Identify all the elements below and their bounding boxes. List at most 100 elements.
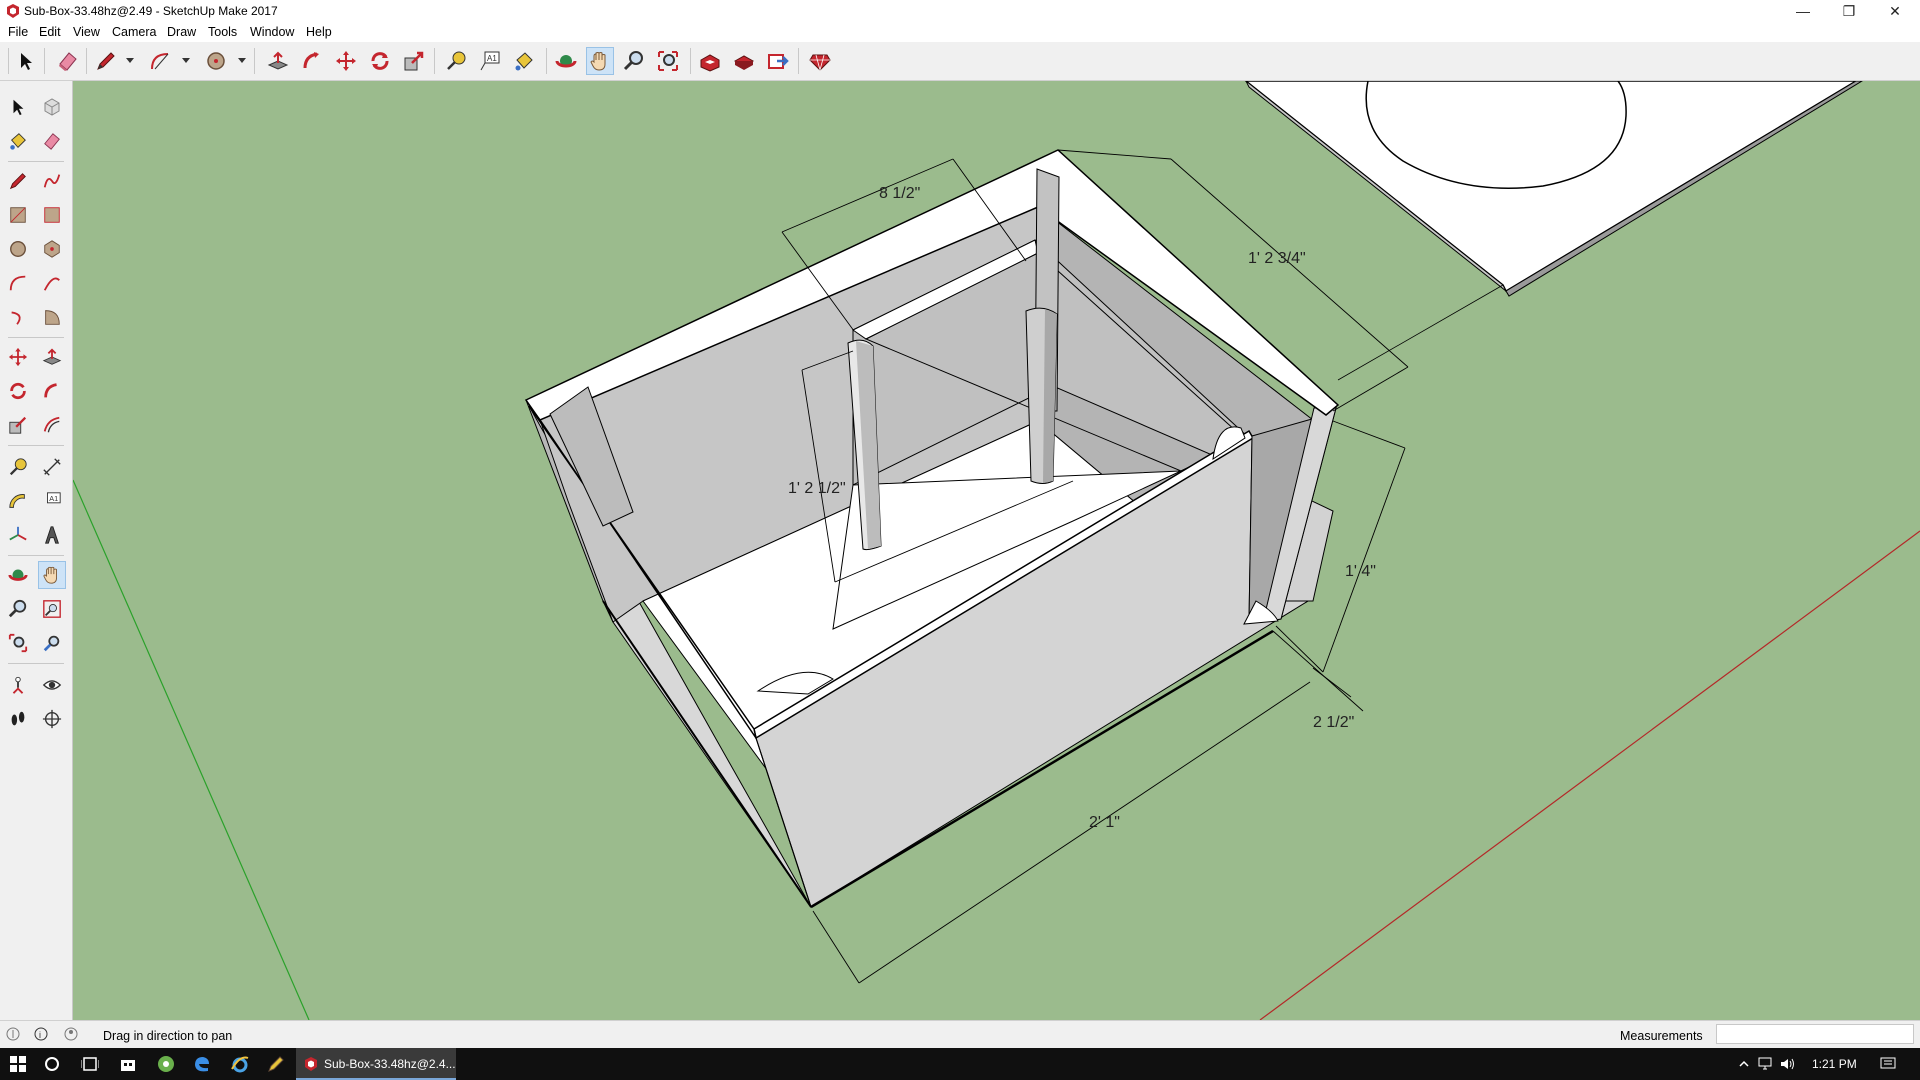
left-eraser-button[interactable] bbox=[38, 127, 66, 155]
left-zoom-extents-button[interactable] bbox=[4, 629, 32, 657]
dim-label-depth[interactable]: 1' 2 3/4" bbox=[1248, 250, 1306, 267]
share-model-button[interactable] bbox=[764, 47, 792, 75]
left-three-point-arc-button[interactable] bbox=[4, 303, 32, 331]
dim-label-height[interactable]: 1' 4" bbox=[1345, 563, 1376, 580]
green-app-icon bbox=[158, 1056, 174, 1072]
tool-separator bbox=[8, 445, 64, 446]
left-section-plane-button[interactable] bbox=[38, 705, 66, 733]
eraser-tool-button[interactable] bbox=[54, 47, 82, 75]
left-orbit-button[interactable] bbox=[4, 561, 32, 589]
follow-me-tool-button[interactable] bbox=[298, 47, 326, 75]
left-circle-button[interactable] bbox=[4, 235, 32, 263]
menu-window[interactable]: Window bbox=[250, 25, 294, 39]
sketchup-pinned-button[interactable] bbox=[264, 1052, 288, 1076]
search-button[interactable] bbox=[40, 1052, 64, 1076]
ruby-console-button[interactable] bbox=[806, 47, 834, 75]
pan-tool-button[interactable] bbox=[586, 47, 614, 75]
arc-dropdown[interactable] bbox=[182, 58, 190, 63]
app-green-button[interactable] bbox=[154, 1052, 178, 1076]
left-walk-button[interactable] bbox=[4, 705, 32, 733]
axes-icon bbox=[9, 526, 27, 541]
dim-label-length[interactable]: 2' 1" bbox=[1089, 814, 1120, 831]
extension-warehouse-button[interactable] bbox=[730, 47, 758, 75]
select-tool-button[interactable] bbox=[12, 47, 40, 75]
left-rotate-button[interactable] bbox=[4, 377, 32, 405]
left-axes-button[interactable] bbox=[4, 521, 32, 549]
restore-button[interactable]: ❐ bbox=[1826, 0, 1872, 22]
circle-tool-button[interactable] bbox=[202, 47, 230, 75]
paint-bucket-tool-button[interactable] bbox=[510, 47, 538, 75]
left-look-around-button[interactable] bbox=[38, 671, 66, 699]
left-follow-me-button[interactable] bbox=[38, 377, 66, 405]
left-text-button[interactable]: A1 bbox=[38, 487, 66, 515]
zoom-tool-button[interactable] bbox=[620, 47, 648, 75]
taskbar-sketchup-window[interactable]: Sub-Box-33.48hz@2.4... bbox=[296, 1048, 456, 1080]
warehouse-button[interactable] bbox=[696, 47, 724, 75]
credits-icon[interactable]: i bbox=[34, 1027, 48, 1041]
text-tool-button[interactable]: A1 bbox=[476, 47, 504, 75]
left-rotated-rectangle-button[interactable] bbox=[38, 201, 66, 229]
left-protractor-button[interactable] bbox=[4, 487, 32, 515]
menu-edit[interactable]: Edit bbox=[39, 25, 61, 39]
left-zoom-button[interactable] bbox=[4, 595, 32, 623]
push-pull-tool-button[interactable] bbox=[264, 47, 292, 75]
left-push-pull-button[interactable] bbox=[38, 343, 66, 371]
menu-view[interactable]: View bbox=[73, 25, 100, 39]
left-position-camera-button[interactable] bbox=[4, 671, 32, 699]
action-center-button[interactable] bbox=[1876, 1052, 1900, 1076]
menu-camera[interactable]: Camera bbox=[112, 25, 156, 39]
left-freehand-button[interactable] bbox=[38, 167, 66, 195]
left-tape-measure-button[interactable] bbox=[4, 453, 32, 481]
left-two-point-arc-button[interactable] bbox=[38, 269, 66, 297]
pencil-tool-button[interactable] bbox=[92, 47, 120, 75]
pencil-dropdown[interactable] bbox=[126, 58, 134, 63]
zoom-extents-tool-button[interactable] bbox=[654, 47, 682, 75]
left-pan-button[interactable] bbox=[38, 561, 66, 589]
network-button[interactable] bbox=[1754, 1052, 1778, 1076]
orbit-tool-button[interactable] bbox=[552, 47, 580, 75]
rotate-tool-button[interactable] bbox=[366, 47, 394, 75]
left-paint-button[interactable] bbox=[4, 127, 32, 155]
geo-location-icon[interactable] bbox=[6, 1027, 20, 1041]
offset-icon bbox=[43, 416, 60, 433]
left-select-button[interactable] bbox=[4, 93, 32, 121]
left-dimension-button[interactable] bbox=[38, 453, 66, 481]
task-view-button[interactable] bbox=[78, 1052, 102, 1076]
left-scale-button[interactable] bbox=[4, 411, 32, 439]
left-previous-view-button[interactable] bbox=[38, 629, 66, 657]
left-3d-text-button[interactable] bbox=[38, 521, 66, 549]
left-rectangle-button[interactable] bbox=[4, 201, 32, 229]
left-pie-button[interactable] bbox=[38, 303, 66, 331]
start-button[interactable] bbox=[6, 1052, 30, 1076]
left-component-button[interactable] bbox=[38, 93, 66, 121]
dim-label-inner-height[interactable]: 1' 2 1/2" bbox=[788, 480, 846, 497]
measurements-input[interactable] bbox=[1716, 1024, 1914, 1044]
left-arc-button[interactable] bbox=[4, 269, 32, 297]
left-polygon-button[interactable] bbox=[38, 235, 66, 263]
left-move-button[interactable] bbox=[4, 343, 32, 371]
menu-file[interactable]: File bbox=[8, 25, 28, 39]
scale-tool-button[interactable] bbox=[400, 47, 428, 75]
volume-button[interactable] bbox=[1776, 1052, 1800, 1076]
dim-label-top-width[interactable]: 8 1/2" bbox=[879, 185, 920, 202]
dim-label-thickness[interactable]: 2 1/2" bbox=[1313, 714, 1354, 731]
tape-measure-tool-button[interactable] bbox=[442, 47, 470, 75]
left-zoom-window-button[interactable] bbox=[38, 595, 66, 623]
circle-dropdown[interactable] bbox=[238, 58, 246, 63]
drawing-area[interactable]: 8 1/2" 1' 2 3/4" 1' 2 1/2" 1' 4" 2 1/2" … bbox=[73, 81, 1920, 1020]
sign-in-icon[interactable] bbox=[64, 1027, 78, 1041]
left-line-button[interactable] bbox=[4, 167, 32, 195]
tray-overflow-button[interactable] bbox=[1732, 1052, 1756, 1076]
menu-help[interactable]: Help bbox=[306, 25, 332, 39]
edge-button[interactable] bbox=[190, 1052, 214, 1076]
taskbar-clock[interactable]: 1:21 PM bbox=[1812, 1057, 1857, 1071]
ie-button[interactable] bbox=[228, 1052, 252, 1076]
menu-tools[interactable]: Tools bbox=[208, 25, 237, 39]
menu-draw[interactable]: Draw bbox=[167, 25, 196, 39]
move-tool-button[interactable] bbox=[332, 47, 360, 75]
close-button[interactable]: ✕ bbox=[1872, 0, 1918, 22]
left-offset-button[interactable] bbox=[38, 411, 66, 439]
arc-tool-button[interactable] bbox=[146, 47, 174, 75]
store-button[interactable] bbox=[116, 1052, 140, 1076]
minimize-button[interactable]: — bbox=[1780, 0, 1826, 22]
